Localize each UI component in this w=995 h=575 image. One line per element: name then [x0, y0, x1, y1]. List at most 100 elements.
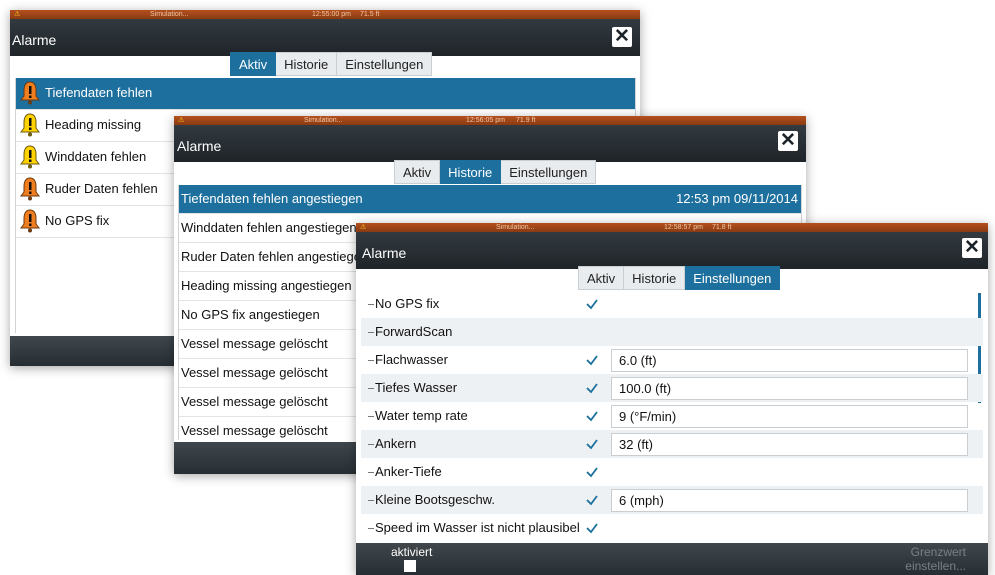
settings-row[interactable]: Kleine Bootsgeschw. 6 (mph): [361, 486, 983, 514]
setting-label: Water temp rate: [375, 408, 468, 423]
status-simulation: Simulation...: [496, 224, 535, 231]
warning-icon: ⚠: [178, 117, 185, 124]
setting-label: Kleine Bootsgeschw.: [375, 492, 495, 507]
history-label: Vessel message gelöscht: [181, 336, 328, 351]
history-label: Vessel message gelöscht: [181, 365, 328, 380]
row-marker: [368, 332, 374, 333]
settings-row[interactable]: Water temp rate 9 (°F/min): [361, 402, 983, 430]
tab-einstellungen[interactable]: Einstellungen: [685, 266, 781, 290]
warning-icon: ⚠: [360, 224, 367, 231]
checkmark-icon[interactable]: [585, 409, 599, 423]
alarm-label: Winddaten fehlen: [45, 149, 147, 164]
settings-row[interactable]: Anker-Tiefe: [361, 458, 983, 486]
checkmark-icon[interactable]: [585, 493, 599, 507]
window-title: Alarme: [362, 245, 407, 261]
status-time: 12:56:05 pm: [466, 117, 505, 124]
history-label: No GPS fix angestiegen: [181, 307, 320, 322]
checkmark-icon[interactable]: [585, 297, 599, 311]
threshold-field[interactable]: 32 (ft): [611, 433, 968, 456]
alarm-bell-icon: [20, 81, 40, 105]
settings-row[interactable]: Speed im Wasser ist nicht plausibel: [361, 514, 983, 542]
status-bar: ⚠ Simulation... 12:55:00 pm 71.5 ft: [10, 10, 640, 19]
setting-label: Tiefes Wasser: [375, 380, 458, 395]
alarm-bell-icon: [20, 177, 40, 201]
status-depth: 71.5 ft: [360, 11, 380, 18]
checkmark-icon[interactable]: [585, 437, 599, 451]
settings-row[interactable]: Ankern 32 (ft): [361, 430, 983, 458]
alarm-bell-icon: [20, 145, 40, 169]
close-button[interactable]: ✕: [612, 27, 632, 47]
tab-aktiv[interactable]: Aktiv: [394, 160, 441, 184]
setting-label: Ankern: [375, 436, 417, 451]
checkmark-icon[interactable]: [585, 465, 599, 479]
threshold-field[interactable]: 6.0 (ft): [611, 349, 968, 372]
row-marker: [368, 360, 374, 361]
close-icon: ✕: [964, 237, 980, 258]
threshold-field[interactable]: 9 (°F/min): [611, 405, 968, 428]
tab-aktiv[interactable]: Aktiv: [578, 266, 625, 290]
settings-list: No GPS fix ForwardScan Flachwasser 6.0 (…: [361, 290, 983, 544]
alarm-bell-icon: [20, 113, 40, 137]
settings-row[interactable]: No GPS fix: [361, 290, 983, 318]
alarm-label: No GPS fix: [45, 213, 110, 228]
settings-row[interactable]: Tiefes Wasser 100.0 (ft): [361, 374, 983, 402]
setting-label: Anker-Tiefe: [375, 464, 442, 479]
tab-bar: Aktiv Historie Einstellungen: [578, 266, 781, 290]
status-bar: ⚠ Simulation... 12:56:05 pm 71.9 ft: [174, 116, 806, 125]
row-marker: [368, 388, 374, 389]
title-bar: Alarme ✕: [174, 125, 806, 162]
alarm-label: Heading missing: [45, 117, 142, 132]
threshold-field[interactable]: 100.0 (ft): [611, 377, 968, 400]
tab-historie[interactable]: Historie: [440, 160, 502, 184]
status-simulation: Simulation...: [304, 117, 343, 124]
alarm-window-settings: ⚠ Simulation... 12:58:57 pm 71.8 ft Alar…: [356, 223, 988, 575]
checkmark-icon[interactable]: [585, 353, 599, 367]
setting-label: ForwardScan: [375, 324, 453, 339]
status-bar: ⚠ Simulation... 12:58:57 pm 71.8 ft: [356, 223, 988, 232]
alarm-row[interactable]: Tiefendaten fehlen: [16, 78, 635, 110]
setting-label: No GPS fix: [375, 296, 440, 311]
history-label: Tiefendaten fehlen angestiegen: [181, 191, 363, 206]
row-marker: [368, 528, 374, 529]
tab-bar: Aktiv Historie Einstellungen: [394, 160, 597, 184]
history-label: Vessel message gelöscht: [181, 394, 328, 409]
status-simulation: Simulation...: [150, 11, 189, 18]
history-label: Ruder Daten fehlen angestiegen: [181, 249, 369, 264]
history-row[interactable]: Tiefendaten fehlen angestiegen 12:53 pm …: [179, 185, 801, 214]
tab-einstellungen[interactable]: Einstellungen: [501, 160, 597, 184]
window-title: Alarme: [177, 138, 222, 154]
close-icon: ✕: [780, 130, 796, 151]
tab-historie[interactable]: Historie: [624, 266, 686, 290]
settings-row[interactable]: ForwardScan: [361, 318, 983, 346]
enabled-softkey-label[interactable]: aktiviert: [391, 545, 432, 559]
status-depth: 71.8 ft: [712, 224, 732, 231]
enabled-toggle-indicator[interactable]: [404, 560, 416, 572]
tab-bar: Aktiv Historie Einstellungen: [230, 52, 433, 76]
status-depth: 71.9 ft: [516, 117, 536, 124]
setting-label: Speed im Wasser ist nicht plausibel: [375, 520, 580, 535]
settings-row[interactable]: Flachwasser 6.0 (ft): [361, 346, 983, 374]
close-button[interactable]: ✕: [778, 131, 798, 151]
checkmark-icon[interactable]: [585, 521, 599, 535]
alarm-label: Ruder Daten fehlen: [45, 181, 158, 196]
set-limit-softkey-line2[interactable]: einstellen...: [905, 559, 966, 573]
threshold-field[interactable]: 6 (mph): [611, 489, 968, 512]
history-time: 12:53 pm 09/11/2014: [676, 191, 798, 206]
tab-historie[interactable]: Historie: [276, 52, 338, 76]
row-marker: [368, 304, 374, 305]
setting-label: Flachwasser: [375, 352, 448, 367]
tab-aktiv[interactable]: Aktiv: [230, 52, 277, 76]
tab-einstellungen[interactable]: Einstellungen: [337, 52, 433, 76]
bottom-bar: aktiviert Grenzwert einstellen...: [356, 543, 988, 575]
history-label: Heading missing angestiegen: [181, 278, 352, 293]
history-label: Winddaten fehlen angestiegen: [181, 220, 357, 235]
close-icon: ✕: [614, 26, 630, 47]
checkmark-icon[interactable]: [585, 381, 599, 395]
row-marker: [368, 416, 374, 417]
close-button[interactable]: ✕: [962, 238, 982, 258]
set-limit-softkey-line1[interactable]: Grenzwert: [911, 545, 966, 559]
row-marker: [368, 472, 374, 473]
history-label: Vessel message gelöscht: [181, 423, 328, 438]
window-title: Alarme: [12, 32, 57, 48]
title-bar: Alarme ✕: [10, 19, 640, 56]
